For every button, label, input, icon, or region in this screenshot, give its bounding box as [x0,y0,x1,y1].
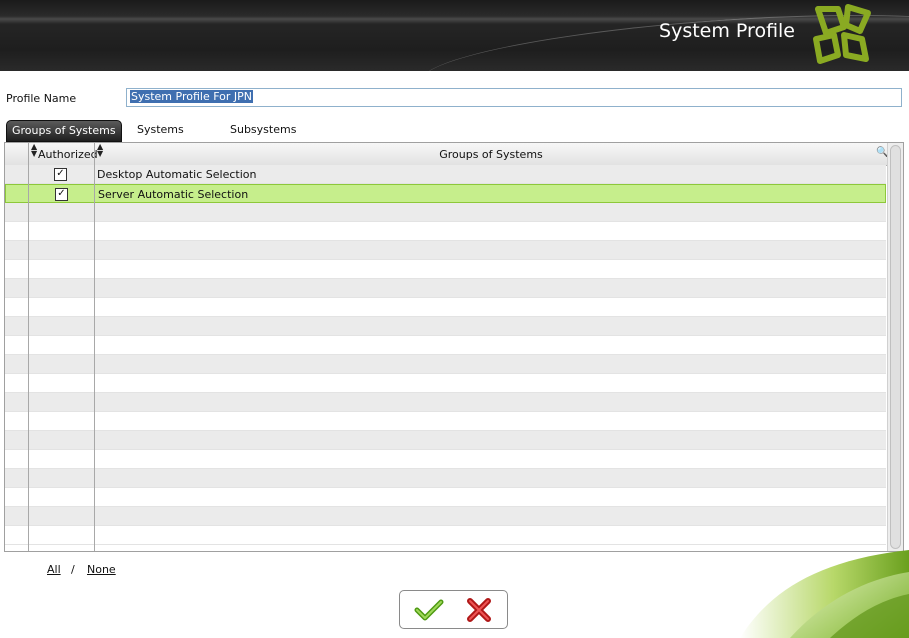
link-separator: / [71,563,75,576]
select-none-link[interactable]: None [87,563,116,576]
table-row[interactable]: ✓ Server Automatic Selection [5,184,886,203]
group-name: Desktop Automatic Selection [97,168,257,181]
table-row[interactable] [5,298,886,317]
tab-systems[interactable]: Systems [132,120,189,142]
table-row[interactable] [5,355,886,374]
sort-icon[interactable]: ▲ ▼ [31,143,37,158]
table-row[interactable] [5,469,886,488]
logo-icon [813,4,871,64]
decorative-swoosh [740,550,909,638]
cross-icon[interactable] [465,597,493,623]
table-row[interactable] [5,374,886,393]
table-row[interactable] [5,488,886,507]
column-header-authorized[interactable]: Authorized [38,148,98,161]
column-divider [94,143,95,551]
profile-name-value: System Profile For JPN [130,90,254,103]
profile-name-input[interactable]: System Profile For JPN [126,88,902,107]
column-divider [28,143,29,551]
table-row[interactable] [5,260,886,279]
profile-name-label: Profile Name [6,92,77,105]
tab-groups-of-systems[interactable]: Groups of Systems [6,120,122,142]
select-all-link[interactable]: All [47,563,61,576]
column-header-groups[interactable]: Groups of Systems [95,148,887,161]
table-row[interactable] [5,431,886,450]
authorized-checkbox[interactable]: ✓ [54,168,67,181]
group-name: Server Automatic Selection [98,188,249,201]
check-icon[interactable] [414,598,444,622]
table-row[interactable] [5,393,886,412]
authorized-checkbox[interactable]: ✓ [55,188,68,201]
tab-subsystems[interactable]: Subsystems [225,120,301,142]
table-row[interactable] [5,222,886,241]
table-row[interactable] [5,412,886,431]
action-buttons [399,590,508,629]
groups-grid: ▲ ▼ Authorized ▲ ▼ Groups of Systems 🔍 ✓ De… [4,142,904,552]
grid-header: ▲ ▼ Authorized ▲ ▼ Groups of Systems 🔍 [5,143,888,166]
table-row[interactable] [5,241,886,260]
vertical-scrollbar[interactable] [887,143,903,551]
scrollbar-thumb[interactable] [890,145,901,549]
table-row[interactable] [5,450,886,469]
table-row[interactable]: ✓ Desktop Automatic Selection [5,165,886,184]
grid-rows: ✓ Desktop Automatic Selection ✓ Server Auto… [5,165,886,545]
table-row[interactable] [5,203,886,222]
app-header: System Profile [0,0,909,71]
table-row[interactable] [5,279,886,298]
table-row[interactable] [5,336,886,355]
page-title: System Profile [659,20,795,42]
table-row[interactable] [5,317,886,336]
